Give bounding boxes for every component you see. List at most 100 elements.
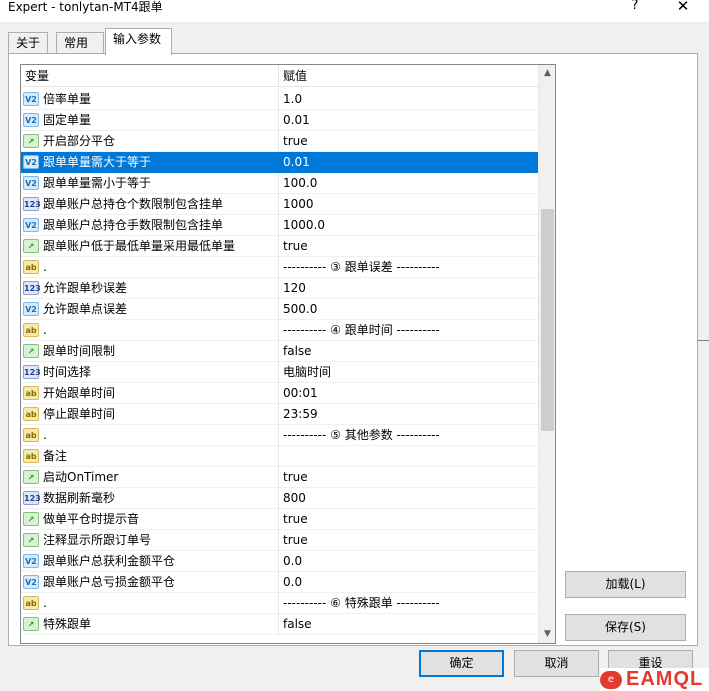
variable-cell[interactable]: ↗ 开启部分平仓 (21, 131, 279, 152)
variable-cell[interactable]: ↗ 特殊跟单 (21, 614, 279, 635)
scroll-up-icon[interactable]: ▲ (539, 65, 555, 82)
value-cell[interactable]: 1.0 (279, 89, 538, 110)
value-cell[interactable] (279, 446, 538, 467)
value-cell[interactable]: 1000.0 (279, 215, 538, 236)
table-row[interactable]: 123 允许跟单秒误差 120 (21, 278, 538, 299)
variable-cell[interactable]: V2 固定单量 (21, 110, 279, 131)
v2-type-icon: V2 (23, 176, 39, 190)
scroll-down-icon[interactable]: ▼ (539, 626, 555, 643)
cancel-button[interactable]: 取消 (514, 650, 599, 677)
num-type-icon: 123 (23, 197, 41, 211)
variable-cell[interactable]: ab. (21, 425, 279, 446)
table-row[interactable]: 123 时间选择 电脑时间 (21, 362, 538, 383)
value-cell[interactable]: 电脑时间 (279, 362, 538, 383)
value-cell[interactable]: 00:01 (279, 383, 538, 404)
value-cell[interactable]: true (279, 509, 538, 530)
variable-cell[interactable]: ↗ 注释显示所跟订单号 (21, 530, 279, 551)
value-cell[interactable]: true (279, 467, 538, 488)
value-cell[interactable]: 1000 (279, 194, 538, 215)
ab-type-icon: ab (23, 323, 39, 337)
variable-cell[interactable]: ab 备注 (21, 446, 279, 467)
v2-type-icon: V2 (23, 113, 39, 127)
table-row[interactable]: ↗ 开启部分平仓 true (21, 131, 538, 152)
variable-cell[interactable]: ↗ 启动OnTimer (21, 467, 279, 488)
value-cell[interactable]: 0.0 (279, 551, 538, 572)
ok-button[interactable]: 确定 (419, 650, 504, 677)
table-row[interactable]: ↗ 跟单时间限制 false (21, 341, 538, 362)
value-cell[interactable]: ---------- ④ 跟单时间 ---------- (279, 320, 538, 341)
value-cell[interactable]: 120 (279, 278, 538, 299)
value-cell[interactable]: ---------- ⑥ 特殊跟单 ---------- (279, 593, 538, 614)
value-cell[interactable]: ---------- ⑤ 其他参数 ---------- (279, 425, 538, 446)
value-cell[interactable]: ---------- ③ 跟单误差 ---------- (279, 257, 538, 278)
table-row[interactable]: V2 固定单量 0.01 (21, 110, 538, 131)
variable-cell[interactable]: V2 跟单账户总获利金额平仓 (21, 551, 279, 572)
table-row[interactable]: V2 跟单单量需大于等于 0.01 (21, 152, 538, 173)
variable-cell[interactable]: ab 停止跟单时间 (21, 404, 279, 425)
variable-cell[interactable]: ab. (21, 257, 279, 278)
table-row[interactable]: V2 跟单账户总获利金额平仓 0.0 (21, 551, 538, 572)
value-cell[interactable]: true (279, 530, 538, 551)
table-row[interactable]: 123 跟单账户总持仓个数限制包含挂单 1000 (21, 194, 538, 215)
table-row[interactable]: V2 允许跟单点误差 500.0 (21, 299, 538, 320)
table-row[interactable]: ↗ 注释显示所跟订单号 true (21, 530, 538, 551)
scroll-thumb[interactable] (541, 209, 554, 431)
value-cell[interactable]: false (279, 341, 538, 362)
table-row[interactable]: V2 跟单账户总亏损金额平仓 0.0 (21, 572, 538, 593)
column-header-variable[interactable]: 变量 (21, 65, 279, 87)
value-cell[interactable]: 0.01 (279, 152, 538, 173)
load-button[interactable]: 加载(L) (565, 571, 686, 598)
table-row[interactable]: 123 数据刷新毫秒 800 (21, 488, 538, 509)
tab-about[interactable]: 关于 (8, 32, 48, 54)
value-cell[interactable]: false (279, 614, 538, 635)
table-row[interactable]: V2 倍率单量 1.0 (21, 89, 538, 110)
value-cell[interactable]: true (279, 236, 538, 257)
variable-cell[interactable]: V2 倍率单量 (21, 89, 279, 110)
variable-name: 注释显示所跟订单号 (43, 533, 152, 547)
variable-cell[interactable]: ab. (21, 593, 279, 614)
table-row[interactable]: ↗ 特殊跟单 false (21, 614, 538, 635)
value-cell[interactable]: 23:59 (279, 404, 538, 425)
variable-cell[interactable]: V2 跟单单量需小于等于 (21, 173, 279, 194)
value-cell[interactable]: true (279, 131, 538, 152)
column-header-value[interactable]: 赋值 (279, 65, 538, 87)
table-row[interactable]: ab 停止跟单时间 23:59 (21, 404, 538, 425)
variable-cell[interactable]: ↗ 做单平仓时提示音 (21, 509, 279, 530)
help-button[interactable]: ? (620, 0, 650, 18)
value-cell[interactable]: 100.0 (279, 173, 538, 194)
table-row[interactable]: ab. ---------- ③ 跟单误差 ---------- (21, 257, 538, 278)
variable-cell[interactable]: ab. (21, 320, 279, 341)
variable-cell[interactable]: V2 跟单单量需大于等于 (21, 152, 279, 173)
value-cell[interactable]: 800 (279, 488, 538, 509)
value-cell[interactable]: 0.0 (279, 572, 538, 593)
variable-cell[interactable]: V2 跟单账户总亏损金额平仓 (21, 572, 279, 593)
table-row[interactable]: ab 备注 (21, 446, 538, 467)
vertical-scrollbar[interactable]: ▲ ▼ (538, 65, 555, 643)
tab-inputs[interactable]: 输入参数 (105, 28, 172, 55)
variable-cell[interactable]: ↗ 跟单时间限制 (21, 341, 279, 362)
variable-cell[interactable]: V2 允许跟单点误差 (21, 299, 279, 320)
tab-common[interactable]: 常用 (56, 32, 104, 54)
variable-name: 跟单账户总持仓个数限制包含挂单 (43, 197, 224, 211)
ab-type-icon: ab (23, 449, 39, 463)
variable-cell[interactable]: 123 允许跟单秒误差 (21, 278, 279, 299)
table-row[interactable]: ab. ---------- ⑥ 特殊跟单 ---------- (21, 593, 538, 614)
variable-cell[interactable]: 123 时间选择 (21, 362, 279, 383)
variable-cell[interactable]: 123 跟单账户总持仓个数限制包含挂单 (21, 194, 279, 215)
close-button[interactable]: ✕ (668, 0, 698, 18)
table-row[interactable]: ↗ 跟单账户低于最低单量采用最低单量 true (21, 236, 538, 257)
table-row[interactable]: V2 跟单单量需小于等于 100.0 (21, 173, 538, 194)
variable-cell[interactable]: ab 开始跟单时间 (21, 383, 279, 404)
table-row[interactable]: ab 开始跟单时间 00:01 (21, 383, 538, 404)
value-cell[interactable]: 0.01 (279, 110, 538, 131)
table-row[interactable]: V2 跟单账户总持仓手数限制包含挂单 1000.0 (21, 215, 538, 236)
variable-cell[interactable]: ↗ 跟单账户低于最低单量采用最低单量 (21, 236, 279, 257)
table-row[interactable]: ↗ 启动OnTimer true (21, 467, 538, 488)
table-row[interactable]: ab. ---------- ④ 跟单时间 ---------- (21, 320, 538, 341)
table-row[interactable]: ↗ 做单平仓时提示音 true (21, 509, 538, 530)
table-row[interactable]: ab. ---------- ⑤ 其他参数 ---------- (21, 425, 538, 446)
variable-cell[interactable]: 123 数据刷新毫秒 (21, 488, 279, 509)
variable-cell[interactable]: V2 跟单账户总持仓手数限制包含挂单 (21, 215, 279, 236)
save-button[interactable]: 保存(S) (565, 614, 686, 641)
value-cell[interactable]: 500.0 (279, 299, 538, 320)
